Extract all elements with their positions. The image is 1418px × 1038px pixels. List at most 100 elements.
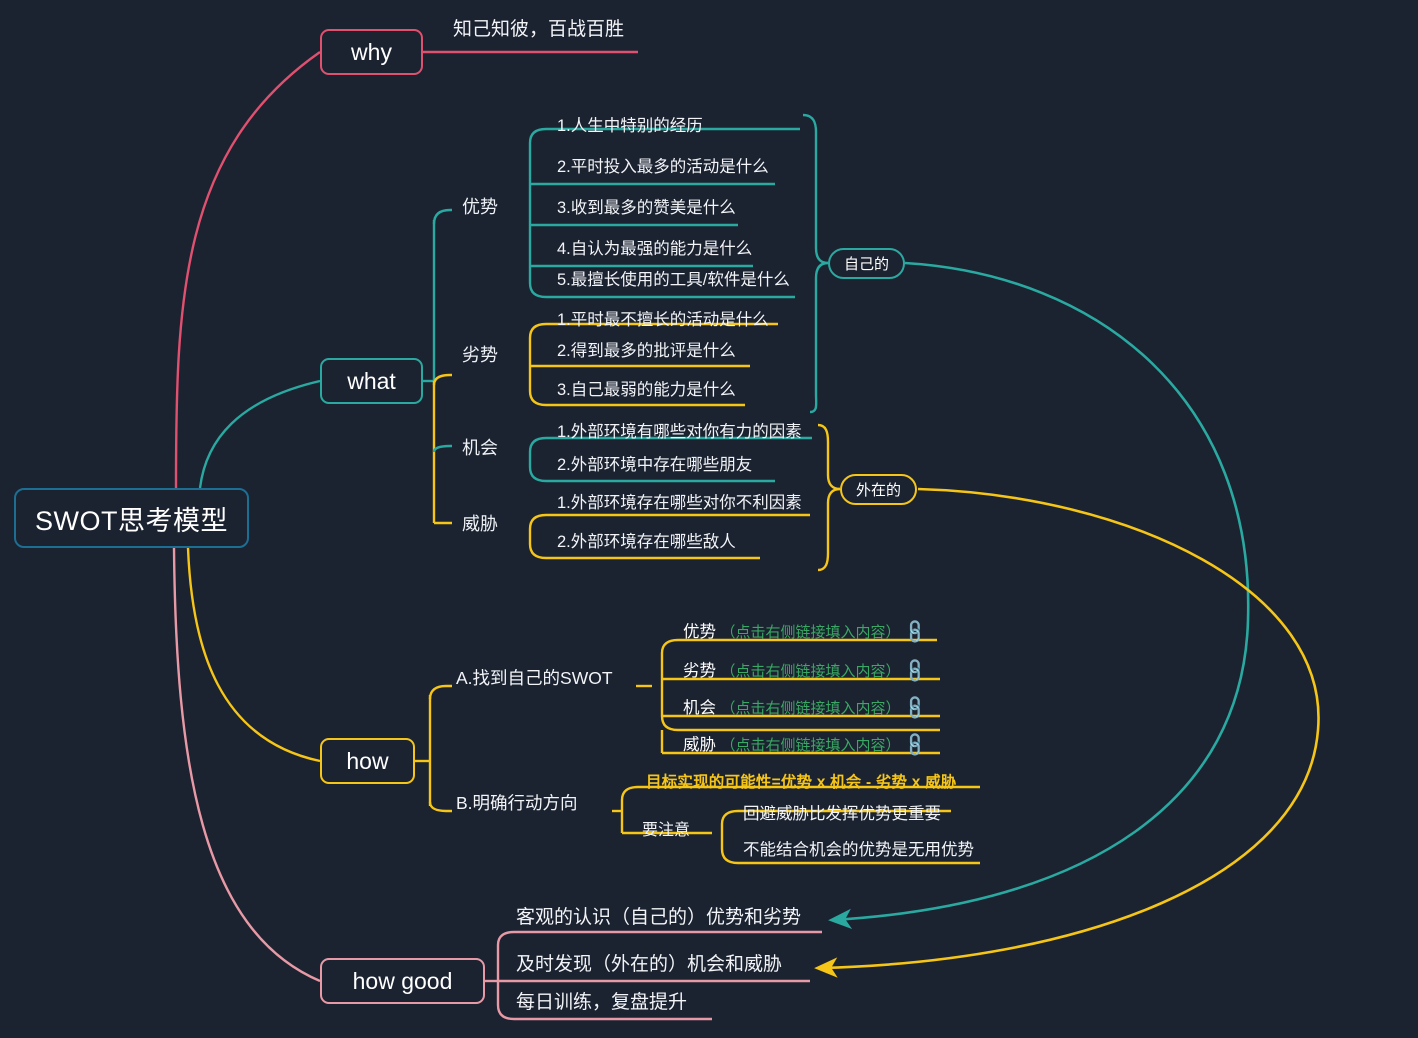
edge-what-strength xyxy=(432,208,452,225)
note-group-label[interactable]: 要注意 xyxy=(642,822,690,840)
mindmap-canvas: SWOT思考模型 why 知己知彼，百战百胜 what 优势 劣势 机会 威胁 … xyxy=(0,0,1418,1038)
brace-self-top xyxy=(802,113,829,265)
swot-entry-threat-hint: （点击右侧链接填入内容） xyxy=(720,737,901,754)
swot-entry-weakness[interactable]: 劣势 （点击右侧链接填入内容） 🔗 xyxy=(683,656,929,684)
threat-item-1-label: 1.外部环境存在哪些对你不利因素 xyxy=(557,494,802,512)
group-threat-text: 威胁 xyxy=(462,514,498,534)
edge-root-what xyxy=(198,379,321,489)
group-label-threat[interactable]: 威胁 xyxy=(462,510,498,536)
group-strength-text: 优势 xyxy=(462,197,498,217)
branch-what-label: what xyxy=(347,367,396,394)
how-good-item-3[interactable]: 每日训练，复盘提升 xyxy=(516,992,688,1014)
branch-how-good-label: how good xyxy=(352,967,453,994)
strength-item-3-label: 3.收到最多的赞美是什么 xyxy=(557,199,736,217)
link-icon[interactable]: 🔗 xyxy=(901,656,930,685)
swot-entry-strength[interactable]: 优势 （点击右侧链接填入内容） 🔗 xyxy=(683,617,929,645)
summary-external[interactable]: 外在的 xyxy=(840,474,917,505)
branch-why-label: why xyxy=(351,38,392,65)
swot-entry-threat[interactable]: 威胁 （点击右侧链接填入内容） 🔗 xyxy=(683,730,929,758)
ul-t1 xyxy=(528,513,810,530)
weakness-item-3-label: 3.自己最弱的能力是什么 xyxy=(557,381,736,399)
strength-item-2-label: 2.平时投入最多的活动是什么 xyxy=(557,158,769,176)
branch-what[interactable]: what xyxy=(320,358,423,404)
weakness-item-1[interactable]: 1.平时最不擅长的活动是什么 xyxy=(557,311,769,329)
edge-what-opportunity xyxy=(432,444,452,453)
strength-item-1[interactable]: 1.人生中特别的经历 xyxy=(557,117,703,135)
group-opportunity-text: 机会 xyxy=(462,438,498,458)
strength-item-1-label: 1.人生中特别的经历 xyxy=(557,117,703,135)
note-item-2[interactable]: 不能结合机会的优势是无用优势 xyxy=(743,841,974,859)
opportunity-item-2-label: 2.外部环境中存在哪些朋友 xyxy=(557,456,753,474)
how-good-item-1[interactable]: 客观的认识（自己的）优势和劣势 xyxy=(516,907,802,929)
strength-item-5[interactable]: 5.最擅长使用的工具/软件是什么 xyxy=(557,271,790,289)
how-good-item-2-label: 及时发现（外在的）机会和威胁 xyxy=(516,954,783,975)
how-good-item-1-label: 客观的认识（自己的）优势和劣势 xyxy=(516,907,802,928)
goal-formula-text: 目标实现的可能性=优势 x 机会 - 劣势 x 威胁 xyxy=(646,774,957,791)
root-node[interactable]: SWOT思考模型 xyxy=(14,488,249,548)
edge-how-B xyxy=(428,801,452,813)
brace-ext-top xyxy=(817,423,841,491)
branch-how-label: how xyxy=(346,747,389,774)
strength-item-4[interactable]: 4.自认为最强的能力是什么 xyxy=(557,240,752,258)
brace-ext-bottom xyxy=(817,487,841,572)
note-group-label-text: 要注意 xyxy=(642,822,691,839)
branch-how[interactable]: how xyxy=(320,738,415,784)
edge-what-weak xyxy=(432,373,452,386)
group-label-weakness[interactable]: 劣势 xyxy=(462,341,498,367)
ul-a4-stub xyxy=(660,715,940,732)
edge-root-howgood xyxy=(172,547,321,983)
weakness-item-2-label: 2.得到最多的批评是什么 xyxy=(557,342,736,360)
strength-item-4-label: 4.自认为最强的能力是什么 xyxy=(557,240,753,258)
weakness-item-3[interactable]: 3.自己最弱的能力是什么 xyxy=(557,381,736,399)
edge-root-how xyxy=(186,547,321,763)
group-label-strength[interactable]: 优势 xyxy=(462,193,498,219)
strength-item-2[interactable]: 2.平时投入最多的活动是什么 xyxy=(557,158,769,176)
strength-item-5-label: 5.最擅长使用的工具/软件是什么 xyxy=(557,271,790,289)
swot-entry-weakness-title: 劣势 xyxy=(683,662,716,680)
ul-g1 xyxy=(496,930,822,946)
swot-entry-opportunity[interactable]: 机会 （点击右侧链接填入内容） 🔗 xyxy=(683,693,929,721)
crosslink-ext-to-howgood xyxy=(814,487,1320,978)
threat-item-2-label: 2.外部环境存在哪些敌人 xyxy=(557,533,736,551)
how-section-A[interactable]: A.找到自己的SWOT xyxy=(456,668,613,688)
swot-entry-threat-title: 威胁 xyxy=(683,736,716,754)
group-weakness-text: 劣势 xyxy=(462,345,498,365)
note-item-1-text: 回避威胁比发挥优势更重要 xyxy=(743,805,941,823)
edge-root-why xyxy=(174,51,321,489)
why-item-1-label: 知己知彼，百战百胜 xyxy=(453,19,625,40)
swot-entry-opportunity-hint: （点击右侧链接填入内容） xyxy=(720,700,901,717)
group-label-opportunity[interactable]: 机会 xyxy=(462,434,498,460)
how-section-B-label: B.明确行动方向 xyxy=(456,793,578,813)
why-item-1[interactable]: 知己知彼，百战百胜 xyxy=(453,19,625,41)
root-label: SWOT思考模型 xyxy=(35,505,228,536)
opportunity-item-1[interactable]: 1.外部环境有哪些对你有力的因素 xyxy=(557,423,802,441)
how-section-B[interactable]: B.明确行动方向 xyxy=(456,793,578,813)
branch-how-good[interactable]: how good xyxy=(320,958,485,1004)
branch-why[interactable]: why xyxy=(320,29,423,75)
link-icon[interactable]: 🔗 xyxy=(901,617,930,646)
weakness-item-1-label: 1.平时最不擅长的活动是什么 xyxy=(557,311,769,329)
summary-self-label: 自己的 xyxy=(843,256,889,273)
swot-entry-opportunity-title: 机会 xyxy=(683,699,716,717)
edge-how-A xyxy=(428,684,452,700)
strength-item-3[interactable]: 3.收到最多的赞美是什么 xyxy=(557,199,736,217)
how-good-item-3-label: 每日训练，复盘提升 xyxy=(516,992,688,1013)
how-section-A-label: A.找到自己的SWOT xyxy=(456,668,613,688)
swot-entry-weakness-hint: （点击右侧链接填入内容） xyxy=(720,663,901,680)
swot-entry-strength-hint: （点击右侧链接填入内容） xyxy=(720,624,901,641)
opportunity-item-2[interactable]: 2.外部环境中存在哪些朋友 xyxy=(557,456,752,474)
swot-entry-strength-title: 优势 xyxy=(683,623,716,641)
link-icon[interactable]: 🔗 xyxy=(901,693,930,722)
link-icon[interactable]: 🔗 xyxy=(901,730,930,759)
goal-formula[interactable]: 目标实现的可能性=优势 x 机会 - 劣势 x 威胁 xyxy=(646,770,957,792)
threat-item-2[interactable]: 2.外部环境存在哪些敌人 xyxy=(557,533,736,551)
note-item-1[interactable]: 回避威胁比发挥优势更重要 xyxy=(743,805,941,823)
summary-self[interactable]: 自己的 xyxy=(828,248,905,279)
threat-item-1[interactable]: 1.外部环境存在哪些对你不利因素 xyxy=(557,494,802,512)
brace-self-bottom xyxy=(809,261,829,414)
how-good-item-2[interactable]: 及时发现（外在的）机会和威胁 xyxy=(516,954,783,976)
note-item-2-text: 不能结合机会的优势是无用优势 xyxy=(743,841,974,859)
opportunity-item-1-label: 1.外部环境有哪些对你有力的因素 xyxy=(557,423,802,441)
weakness-item-2[interactable]: 2.得到最多的批评是什么 xyxy=(557,342,736,360)
summary-external-label: 外在的 xyxy=(855,482,901,499)
